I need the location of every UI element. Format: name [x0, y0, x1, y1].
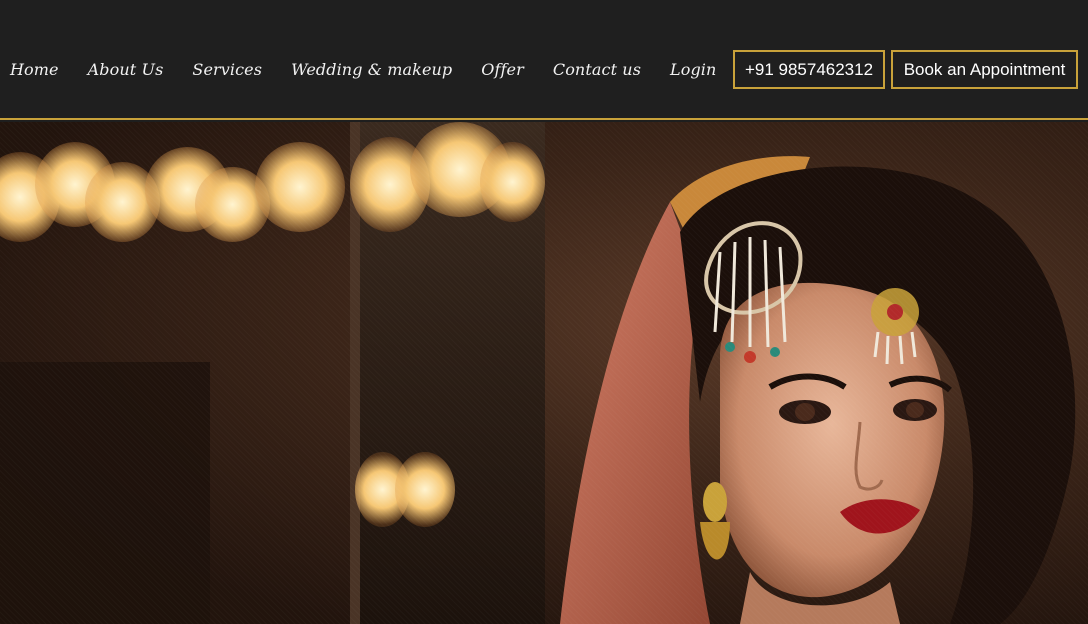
nav-home-link[interactable]: Home — [10, 60, 59, 79]
book-appointment-button[interactable]: Book an Appointment — [891, 50, 1078, 89]
hero-texture-overlay — [0, 122, 1088, 624]
nav-wedding-makeup-link[interactable]: Wedding & makeup — [291, 60, 452, 79]
top-navbar: Home About Us Services Wedding & makeup … — [0, 0, 1088, 120]
phone-button[interactable]: +91 9857462312 — [733, 50, 885, 89]
nav-login-link[interactable]: Login — [670, 60, 716, 79]
nav-contact-link[interactable]: Contact us — [553, 60, 641, 79]
hero-image — [0, 122, 1088, 624]
main-nav: Home About Us Services Wedding & makeup … — [10, 60, 745, 79]
nav-about-link[interactable]: About Us — [88, 60, 164, 79]
nav-services-link[interactable]: Services — [192, 60, 262, 79]
nav-offer-link[interactable]: Offer — [481, 60, 524, 79]
